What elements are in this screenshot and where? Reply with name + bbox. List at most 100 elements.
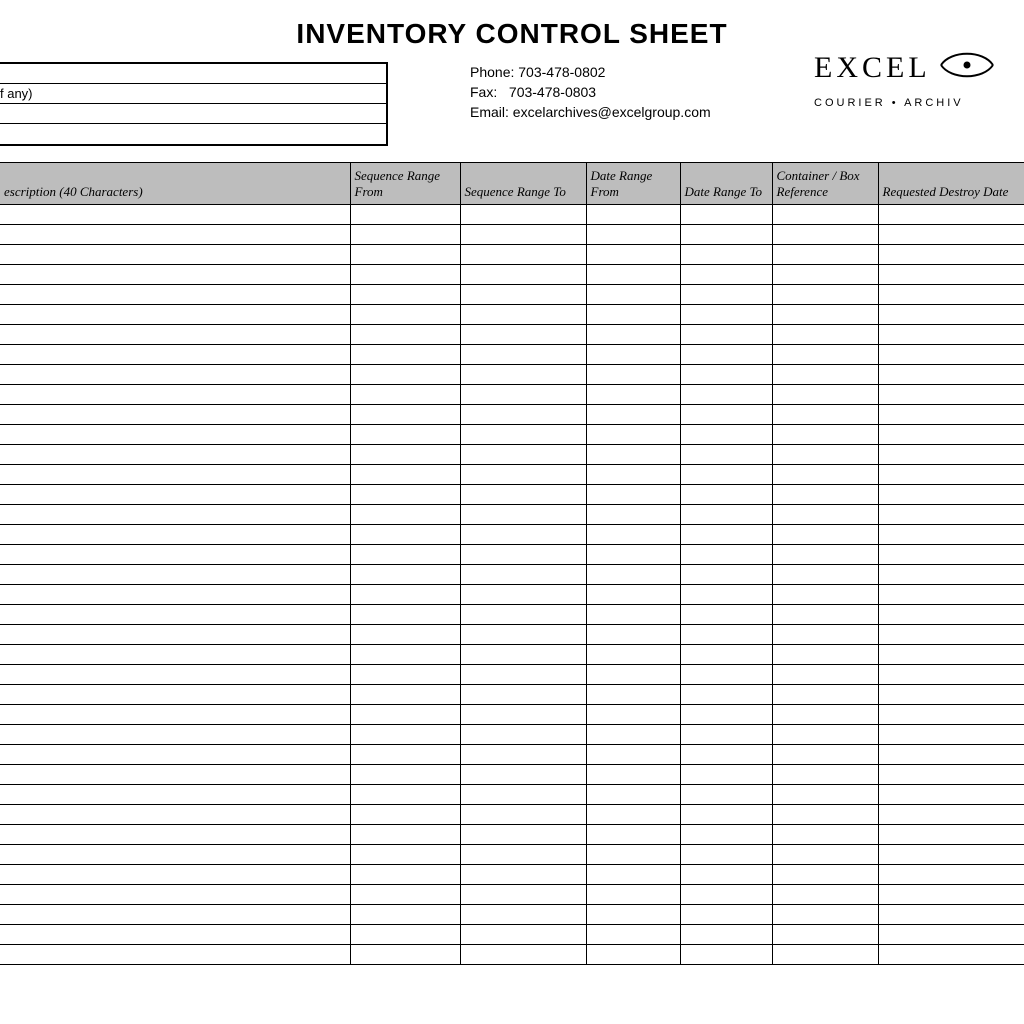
table-cell[interactable] <box>460 905 586 925</box>
table-cell[interactable] <box>878 645 1024 665</box>
table-cell[interactable] <box>680 225 772 245</box>
table-cell[interactable] <box>350 205 460 225</box>
table-cell[interactable] <box>0 465 350 485</box>
table-cell[interactable] <box>350 665 460 685</box>
table-cell[interactable] <box>0 345 350 365</box>
table-cell[interactable] <box>878 365 1024 385</box>
table-cell[interactable] <box>772 285 878 305</box>
table-cell[interactable] <box>350 405 460 425</box>
table-cell[interactable] <box>878 925 1024 945</box>
table-cell[interactable] <box>680 365 772 385</box>
table-cell[interactable] <box>460 305 586 325</box>
table-cell[interactable] <box>460 785 586 805</box>
table-cell[interactable] <box>460 285 586 305</box>
table-cell[interactable] <box>460 205 586 225</box>
table-cell[interactable] <box>460 865 586 885</box>
table-cell[interactable] <box>460 445 586 465</box>
table-cell[interactable] <box>878 945 1024 965</box>
table-cell[interactable] <box>0 825 350 845</box>
table-cell[interactable] <box>586 805 680 825</box>
table-cell[interactable] <box>460 265 586 285</box>
table-cell[interactable] <box>586 285 680 305</box>
table-cell[interactable] <box>586 445 680 465</box>
table-cell[interactable] <box>350 445 460 465</box>
table-cell[interactable] <box>460 565 586 585</box>
table-cell[interactable] <box>586 885 680 905</box>
table-cell[interactable] <box>0 245 350 265</box>
table-cell[interactable] <box>460 665 586 685</box>
table-cell[interactable] <box>680 625 772 645</box>
table-cell[interactable] <box>680 265 772 285</box>
table-cell[interactable] <box>460 365 586 385</box>
table-cell[interactable] <box>772 945 878 965</box>
table-cell[interactable] <box>586 745 680 765</box>
table-cell[interactable] <box>350 645 460 665</box>
table-cell[interactable] <box>350 485 460 505</box>
table-cell[interactable] <box>586 325 680 345</box>
table-cell[interactable] <box>680 565 772 585</box>
table-cell[interactable] <box>878 305 1024 325</box>
table-cell[interactable] <box>878 585 1024 605</box>
table-cell[interactable] <box>0 525 350 545</box>
table-cell[interactable] <box>586 205 680 225</box>
table-cell[interactable] <box>350 845 460 865</box>
table-cell[interactable] <box>772 885 878 905</box>
table-cell[interactable] <box>772 545 878 565</box>
table-cell[interactable] <box>680 765 772 785</box>
table-cell[interactable] <box>350 505 460 525</box>
table-cell[interactable] <box>460 625 586 645</box>
table-cell[interactable] <box>0 805 350 825</box>
table-cell[interactable] <box>772 265 878 285</box>
table-cell[interactable] <box>878 205 1024 225</box>
table-cell[interactable] <box>0 205 350 225</box>
table-cell[interactable] <box>680 465 772 485</box>
table-cell[interactable] <box>460 725 586 745</box>
table-cell[interactable] <box>460 745 586 765</box>
table-cell[interactable] <box>772 205 878 225</box>
table-cell[interactable] <box>350 265 460 285</box>
table-cell[interactable] <box>772 725 878 745</box>
table-cell[interactable] <box>772 665 878 685</box>
table-cell[interactable] <box>772 745 878 765</box>
table-cell[interactable] <box>586 865 680 885</box>
table-cell[interactable] <box>460 605 586 625</box>
table-cell[interactable] <box>878 605 1024 625</box>
table-cell[interactable] <box>350 325 460 345</box>
table-cell[interactable] <box>586 925 680 945</box>
table-cell[interactable] <box>680 245 772 265</box>
table-cell[interactable] <box>586 245 680 265</box>
table-cell[interactable] <box>878 625 1024 645</box>
table-cell[interactable] <box>586 405 680 425</box>
table-cell[interactable] <box>350 905 460 925</box>
table-cell[interactable] <box>0 945 350 965</box>
table-cell[interactable] <box>680 305 772 325</box>
table-cell[interactable] <box>772 325 878 345</box>
table-cell[interactable] <box>586 905 680 925</box>
table-cell[interactable] <box>350 465 460 485</box>
table-cell[interactable] <box>460 505 586 525</box>
table-cell[interactable] <box>460 545 586 565</box>
table-cell[interactable] <box>460 585 586 605</box>
table-cell[interactable] <box>586 785 680 805</box>
table-cell[interactable] <box>772 925 878 945</box>
table-cell[interactable] <box>680 505 772 525</box>
table-cell[interactable] <box>680 645 772 665</box>
table-cell[interactable] <box>0 225 350 245</box>
table-cell[interactable] <box>586 365 680 385</box>
table-cell[interactable] <box>460 245 586 265</box>
table-cell[interactable] <box>772 625 878 645</box>
table-cell[interactable] <box>772 585 878 605</box>
table-cell[interactable] <box>680 485 772 505</box>
table-cell[interactable] <box>772 385 878 405</box>
table-cell[interactable] <box>878 845 1024 865</box>
table-cell[interactable] <box>680 825 772 845</box>
table-cell[interactable] <box>772 785 878 805</box>
table-cell[interactable] <box>772 485 878 505</box>
table-cell[interactable] <box>350 825 460 845</box>
table-cell[interactable] <box>350 685 460 705</box>
table-cell[interactable] <box>0 725 350 745</box>
table-cell[interactable] <box>772 825 878 845</box>
table-cell[interactable] <box>772 225 878 245</box>
table-cell[interactable] <box>350 225 460 245</box>
table-cell[interactable] <box>0 265 350 285</box>
